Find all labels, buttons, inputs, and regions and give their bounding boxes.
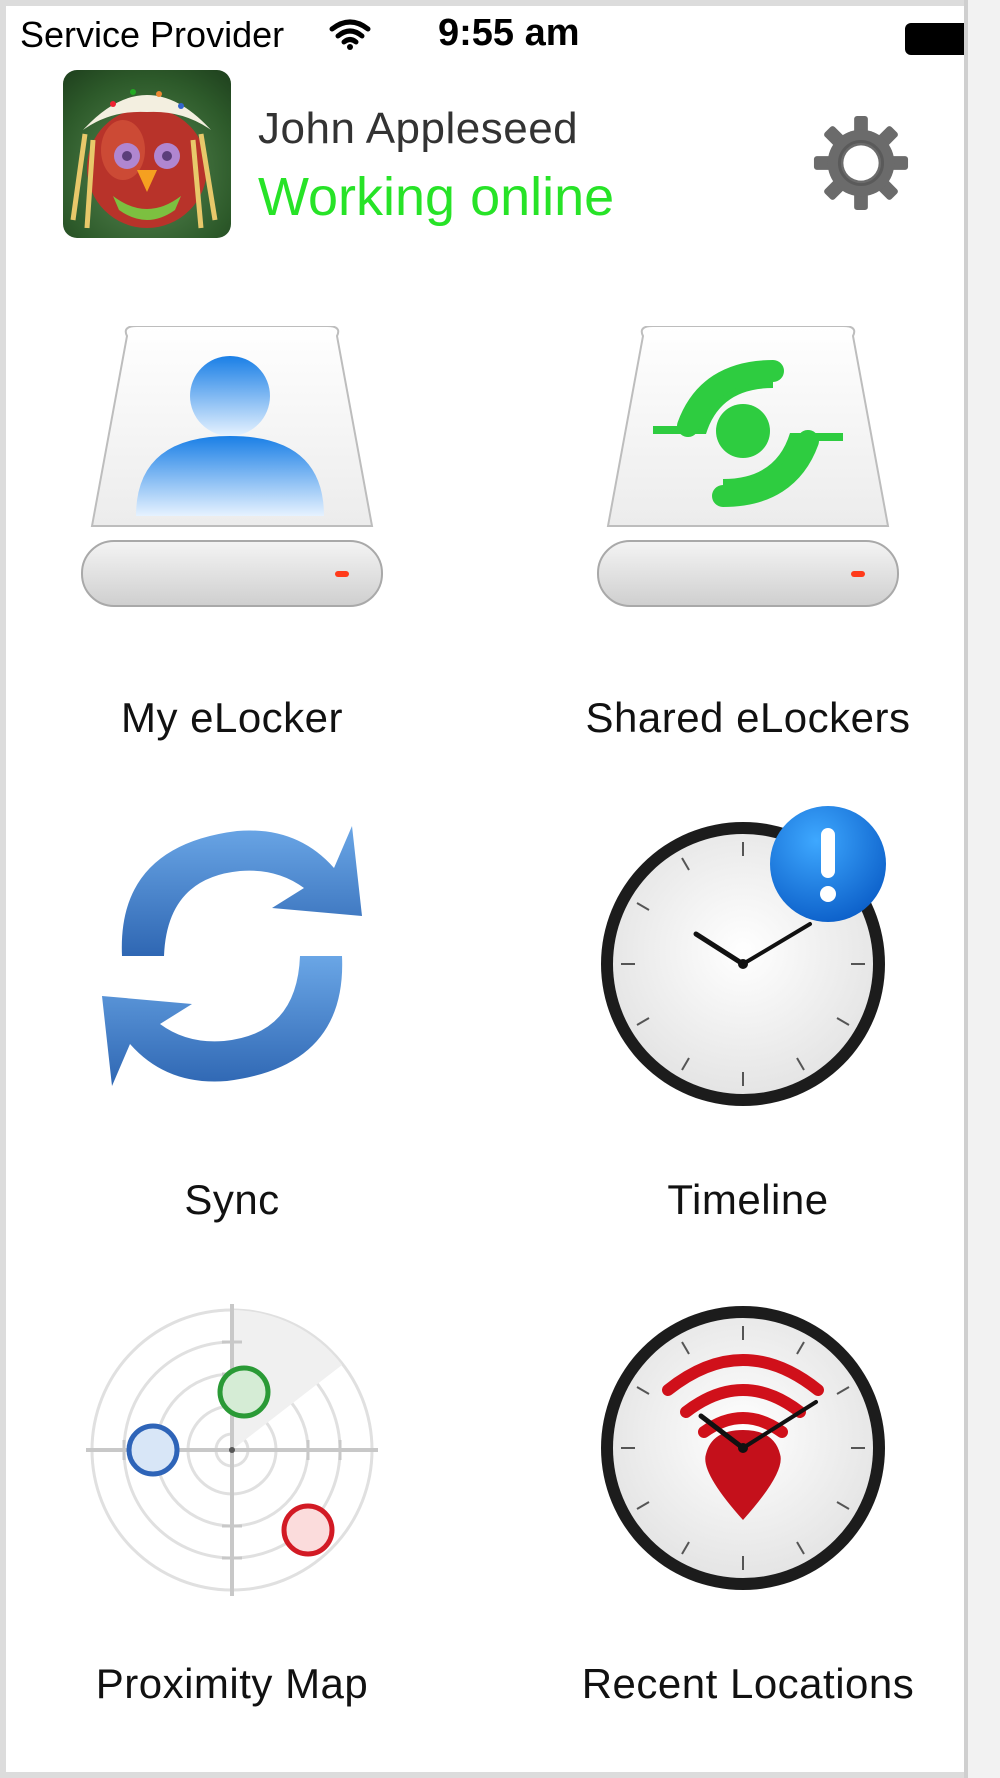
tile-recent-locations[interactable]: Recent Locations — [528, 1290, 964, 1730]
status-bar: Service Provider 9:55 am — [6, 6, 964, 66]
settings-gear-icon[interactable] — [812, 114, 910, 212]
tile-label: Shared eLockers — [585, 694, 911, 741]
user-name: John Appleseed — [258, 104, 579, 153]
avatar-image — [70, 89, 218, 229]
app-screen: Service Provider 9:55 am John Appleseed — [6, 6, 964, 1772]
status-time: 9:55 am — [438, 12, 580, 54]
tile-shared-elockers[interactable]: Shared eLockers — [528, 326, 964, 766]
avatar[interactable] — [63, 70, 231, 238]
drive-user-icon — [81, 326, 383, 607]
sync-icon — [102, 826, 362, 1086]
drive-shared-icon — [597, 326, 899, 607]
tile-label: My eLocker — [120, 694, 344, 741]
tile-proximity-map[interactable]: Proximity Map — [12, 1290, 452, 1730]
battery-icon — [905, 23, 964, 55]
clock-location-icon — [601, 1306, 885, 1590]
clock-alert-icon — [601, 806, 886, 1106]
wifi-icon — [329, 19, 371, 50]
window-edge — [964, 0, 1000, 1778]
tile-label: Recent Locations — [581, 1660, 915, 1707]
tile-sync[interactable]: Sync — [12, 806, 452, 1246]
tile-timeline[interactable]: Timeline — [528, 806, 964, 1246]
radar-icon — [86, 1304, 378, 1596]
tile-label: Sync — [184, 1176, 280, 1223]
tile-label: Timeline — [667, 1176, 829, 1223]
user-status: Working online — [258, 167, 615, 227]
tile-my-elocker[interactable]: My eLocker — [12, 326, 452, 766]
tile-label: Proximity Map — [95, 1660, 369, 1707]
carrier-label: Service Provider — [20, 14, 285, 55]
